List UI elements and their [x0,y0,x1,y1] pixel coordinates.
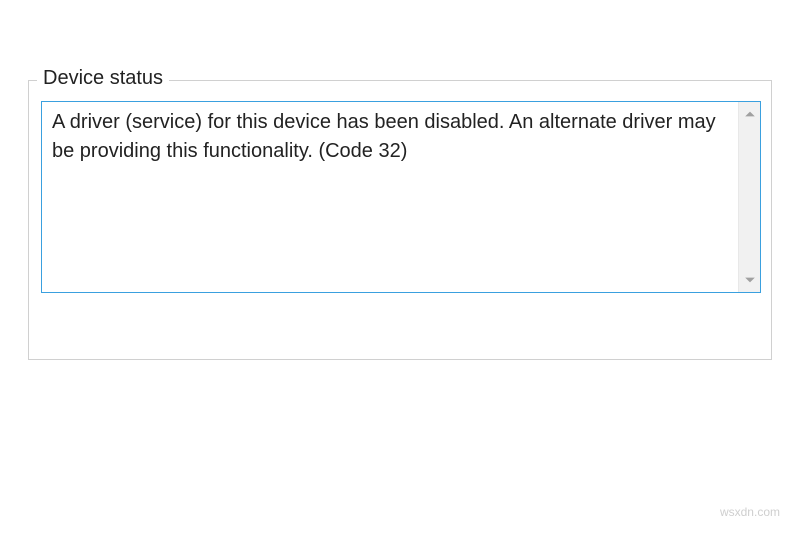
chevron-down-icon [744,269,756,292]
device-status-legend: Device status [37,67,169,90]
device-status-textarea[interactable]: A driver (service) for this device has b… [41,101,761,293]
scrollbar[interactable] [738,102,760,292]
chevron-up-icon [744,103,756,126]
device-status-group: Device status A driver (service) for thi… [28,80,772,360]
scroll-down-button[interactable] [742,272,758,288]
scroll-up-button[interactable] [742,106,758,122]
watermark-text: wsxdn.com [720,505,780,519]
device-status-message: A driver (service) for this device has b… [42,102,738,292]
